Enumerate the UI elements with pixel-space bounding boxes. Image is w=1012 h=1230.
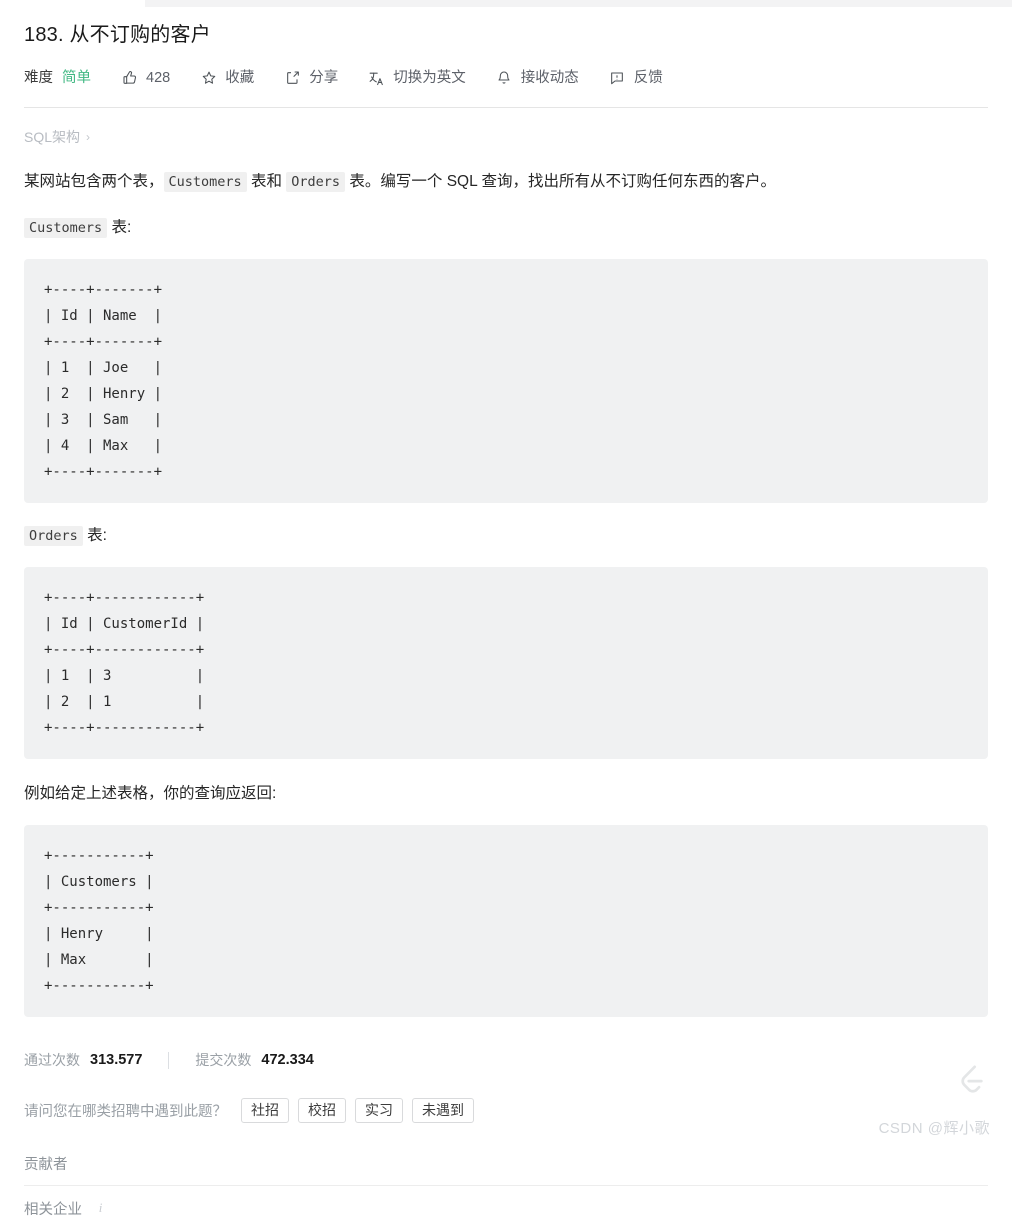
translate-label: 切换为英文 — [393, 69, 466, 86]
code-block-customers: +----+-------+ | Id | Name | +----+-----… — [24, 259, 988, 503]
breadcrumb[interactable]: SQL架构 › — [24, 127, 988, 147]
inline-code-orders: Orders — [286, 172, 346, 192]
thumbs-up-icon — [121, 70, 138, 87]
subscribe-label: 接收动态 — [520, 69, 579, 86]
info-icon[interactable]: i — [94, 1200, 107, 1215]
feedback-button[interactable]: 反馈 — [609, 70, 663, 87]
difficulty-indicator: 难度 简单 — [24, 71, 91, 86]
watermark-text: CSDN @辉小歌 — [878, 1120, 990, 1137]
code-block-orders: +----+------------+ | Id | CustomerId | … — [24, 567, 988, 759]
pass-count-value: 313.577 — [90, 1052, 143, 1068]
result-intro-text: 例如给定上述表格，你的查询应返回: — [24, 785, 277, 802]
star-icon — [200, 70, 217, 87]
favorite-label: 收藏 — [225, 69, 255, 86]
problem-description: 某网站包含两个表， Customers 表和 Orders 表。编写一个 SQL … — [24, 169, 988, 195]
favorite-button[interactable]: 收藏 — [200, 70, 254, 87]
description-part2: 表和 — [246, 173, 287, 190]
tag-social-recruit[interactable]: 社招 — [241, 1097, 289, 1123]
leetcode-logo-icon — [954, 1062, 988, 1096]
orders-label-suffix: 表: — [82, 527, 107, 544]
contributors-label: 贡献者 — [24, 1156, 68, 1173]
recruitment-tag-row: 请问您在哪类招聘中遇到此题？ 社招 校招 实习 未遇到 — [24, 1097, 988, 1123]
toolbar-divider — [24, 107, 988, 108]
companies-section[interactable]: 相关企业 i — [24, 1186, 988, 1230]
like-count: 428 — [146, 69, 171, 86]
inline-code-customers: Customers — [163, 172, 247, 192]
inline-code-orders-label: Orders — [24, 526, 83, 546]
inline-code-customers-label: Customers — [24, 218, 108, 238]
description-part1: 某网站包含两个表， — [24, 173, 164, 190]
page-title: 183. 从不订购的客户 — [24, 24, 211, 46]
tag-campus-recruit[interactable]: 校招 — [298, 1097, 346, 1123]
code-block-result: +-----------+ | Customers | +-----------… — [24, 825, 988, 1017]
statistics-row: 通过次数 313.577 提交次数 472.334 — [24, 1049, 988, 1071]
submit-count-label: 提交次数 — [195, 1052, 252, 1068]
difficulty-value: 简单 — [62, 69, 91, 86]
companies-label: 相关企业 — [24, 1201, 82, 1218]
like-button[interactable]: 428 — [121, 70, 170, 87]
recruitment-question: 请问您在哪类招聘中遇到此题？ — [24, 1103, 227, 1120]
customers-label-suffix: 表: — [107, 219, 132, 236]
tag-internship[interactable]: 实习 — [355, 1097, 403, 1123]
top-gray-band — [145, 0, 1012, 7]
translate-icon — [368, 70, 385, 87]
feedback-label: 反馈 — [633, 69, 663, 86]
share-icon — [284, 70, 301, 87]
csdn-watermark: CSDN @辉小歌 — [879, 1117, 990, 1138]
breadcrumb-sql-schema[interactable]: SQL架构 — [24, 127, 80, 147]
share-label: 分享 — [309, 69, 339, 86]
share-button[interactable]: 分享 — [284, 70, 338, 87]
subscribe-button[interactable]: 接收动态 — [496, 70, 579, 87]
problem-page: 183. 从不订购的客户 难度 简单 428 收藏 分享 切换为英文 接收动态 … — [0, 7, 1012, 1230]
tag-not-encountered[interactable]: 未遇到 — [412, 1097, 474, 1123]
customers-table-label: Customers 表: — [24, 215, 988, 241]
pass-count-label: 通过次数 — [24, 1052, 80, 1068]
problem-toolbar: 难度 简单 428 收藏 分享 切换为英文 接收动态 反馈 — [24, 65, 988, 91]
orders-table-label: Orders 表: — [24, 523, 988, 549]
difficulty-label: 难度 — [24, 69, 53, 86]
submit-count-value: 472.334 — [261, 1052, 314, 1068]
stats-separator — [168, 1051, 170, 1069]
description-part3: 表。编写一个 SQL 查询，找出所有从不订购任何东西的客户。 — [345, 173, 776, 190]
chevron-right-icon: › — [86, 130, 91, 144]
comment-icon — [609, 70, 626, 87]
bell-icon — [496, 70, 513, 87]
translate-button[interactable]: 切换为英文 — [368, 70, 466, 87]
